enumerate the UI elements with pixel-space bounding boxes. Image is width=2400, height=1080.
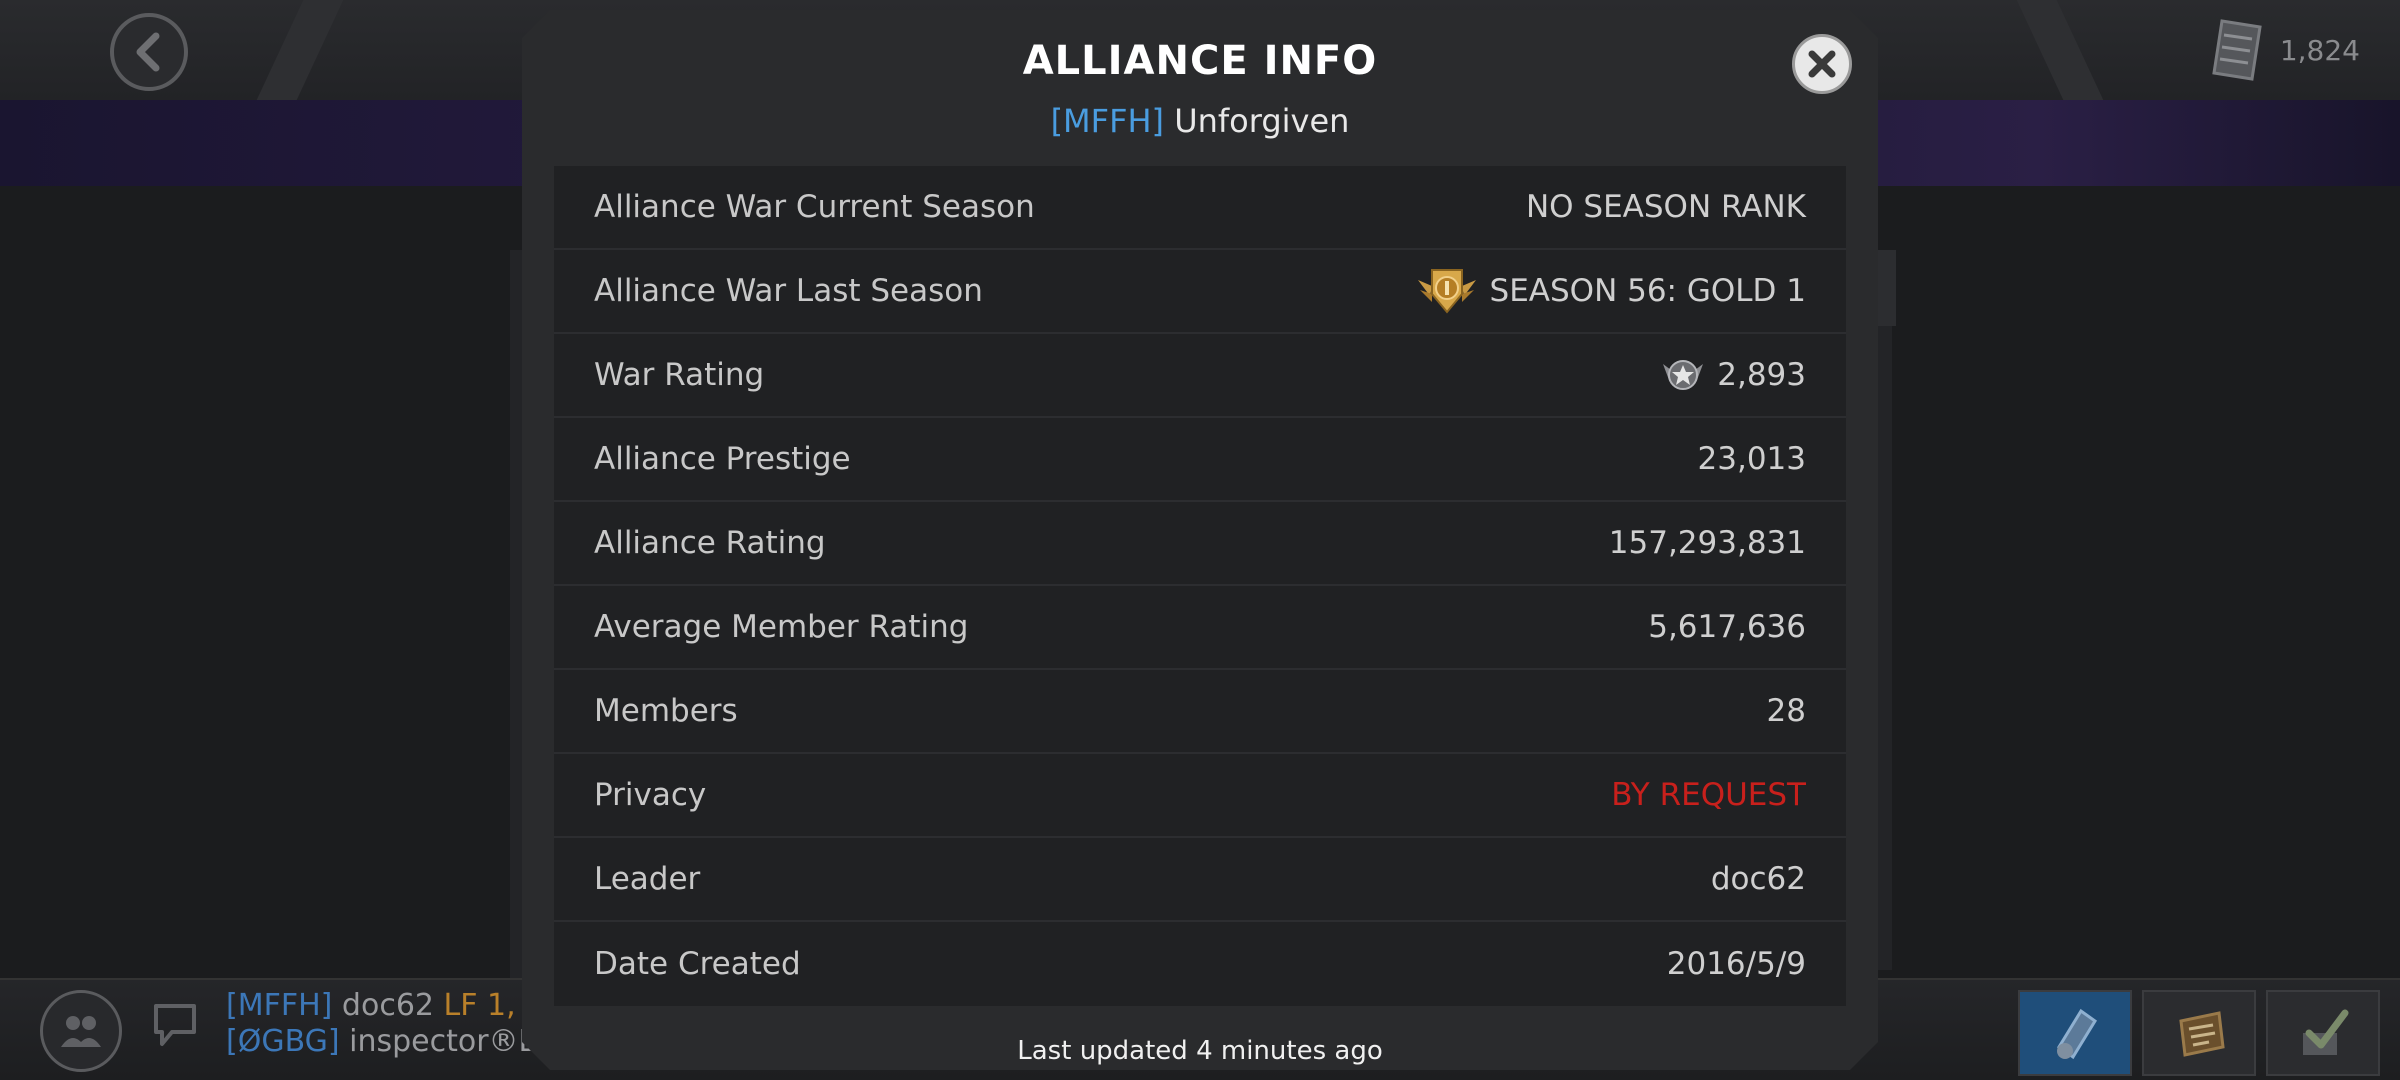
- row-value-text: 2016/5/9: [1666, 946, 1806, 982]
- row-value: 157,293,831: [1609, 525, 1806, 561]
- gold-bar-icon: [2212, 19, 2262, 81]
- row-value-text: 157,293,831: [1608, 525, 1806, 561]
- row-value-text: 23,013: [1697, 441, 1806, 477]
- info-row-members: Members 28: [554, 670, 1846, 754]
- info-row-war-rating: War Rating 2,893: [554, 334, 1846, 418]
- chat-button[interactable]: [150, 1000, 200, 1050]
- people-icon: [61, 1016, 101, 1047]
- row-value-text: NO SEASON RANK: [1525, 189, 1806, 225]
- quests-button[interactable]: [2142, 990, 2256, 1076]
- currency-display[interactable]: 1,824: [2206, 10, 2360, 90]
- chat-message: LF 1,: [443, 988, 516, 1023]
- info-row-war-current-season: Alliance War Current Season NO SEASON RA…: [554, 166, 1846, 250]
- row-value: SEASON 56: GOLD 1: [1416, 266, 1806, 316]
- info-row-alliance-prestige: Alliance Prestige 23,013: [554, 418, 1846, 502]
- chevron-left-icon: [136, 32, 160, 72]
- alliance-info-modal: ALLIANCE INFO [MFFH] Unforgiven Alliance…: [522, 10, 1878, 1070]
- objectives-button[interactable]: [2266, 990, 2380, 1076]
- background-tab-right: [1878, 250, 1896, 326]
- gold-rank-badge-icon: [1417, 269, 1476, 314]
- row-label: Alliance War Last Season: [594, 273, 983, 309]
- background-panel-left: [510, 250, 524, 1010]
- row-value-text: 5,617,636: [1648, 609, 1806, 645]
- battlerealm-button[interactable]: [2018, 990, 2132, 1076]
- row-value-text: 28: [1766, 693, 1806, 729]
- checkmark-icon: [2303, 1009, 2349, 1055]
- info-row-privacy: Privacy BY REQUEST: [554, 754, 1846, 838]
- privacy-status: BY REQUEST: [1611, 777, 1806, 813]
- row-value: 2016/5/9: [1667, 946, 1806, 982]
- clipboard-icon: [2179, 1011, 2225, 1057]
- row-label: Privacy: [594, 777, 707, 813]
- chat-alliance-tag: [ØGBG]: [226, 1024, 340, 1059]
- war-rating-star-icon: [1663, 360, 1704, 390]
- row-value: NO SEASON RANK: [1526, 189, 1806, 225]
- row-value-text: 2,893: [1717, 357, 1806, 393]
- row-value: 23,013: [1698, 441, 1806, 477]
- currency-amount: 1,824: [2279, 33, 2360, 67]
- row-label: Alliance Prestige: [594, 441, 851, 477]
- alliance-tag: [MFFH]: [1050, 102, 1165, 140]
- speech-bubble-icon: [154, 1004, 196, 1046]
- close-icon: [1808, 50, 1836, 78]
- row-value: 2,893: [1661, 356, 1806, 394]
- info-row-war-last-season: Alliance War Last Season SEASON 56: GOLD…: [554, 250, 1846, 334]
- info-row-leader: Leader doc62: [554, 838, 1846, 922]
- row-label: War Rating: [594, 357, 765, 393]
- back-button[interactable]: [110, 13, 188, 91]
- info-row-average-member-rating: Average Member Rating 5,617,636: [554, 586, 1846, 670]
- row-value: 28: [1767, 693, 1806, 729]
- info-row-alliance-rating: Alliance Rating 157,293,831: [554, 502, 1846, 586]
- row-value: BY REQUEST: [1611, 777, 1806, 813]
- chat-username: doc62: [341, 988, 434, 1023]
- row-label: Members: [594, 693, 738, 729]
- row-label: Alliance War Current Season: [594, 189, 1035, 225]
- chat-alliance-tag: [MFFH]: [226, 988, 333, 1023]
- row-value: doc62: [1711, 861, 1806, 897]
- row-label: Date Created: [594, 946, 801, 982]
- row-label: Alliance Rating: [594, 525, 826, 561]
- row-value-text: SEASON 56: GOLD 1: [1489, 273, 1806, 309]
- background-panel-right: [1878, 250, 1892, 970]
- alliance-info-table: Alliance War Current Season NO SEASON RA…: [554, 166, 1846, 1006]
- last-updated-note: Last updated 4 minutes ago: [1017, 1036, 1383, 1066]
- close-button[interactable]: [1792, 34, 1852, 94]
- alliance-name-line: [MFFH] Unforgiven: [522, 102, 1878, 140]
- alliance-members-button[interactable]: [40, 990, 122, 1072]
- modal-title: ALLIANCE INFO: [1022, 38, 1378, 84]
- row-value-text: doc62: [1710, 861, 1806, 897]
- info-row-date-created: Date Created 2016/5/9: [554, 922, 1846, 1006]
- chat-preview[interactable]: [MFFH] doc62 LF 1, [ØGBG] inspector®Dr: [226, 988, 554, 1060]
- bottom-action-buttons: [2018, 990, 2380, 1076]
- row-label: Leader: [594, 861, 701, 897]
- chat-line: [MFFH] doc62 LF 1,: [226, 988, 554, 1024]
- row-label: Average Member Rating: [594, 609, 969, 645]
- alliance-name: Unforgiven: [1174, 102, 1350, 140]
- chat-line: [ØGBG] inspector®Dr: [226, 1024, 554, 1060]
- row-value: 5,617,636: [1648, 609, 1806, 645]
- crystal-icon: [2056, 1008, 2098, 1060]
